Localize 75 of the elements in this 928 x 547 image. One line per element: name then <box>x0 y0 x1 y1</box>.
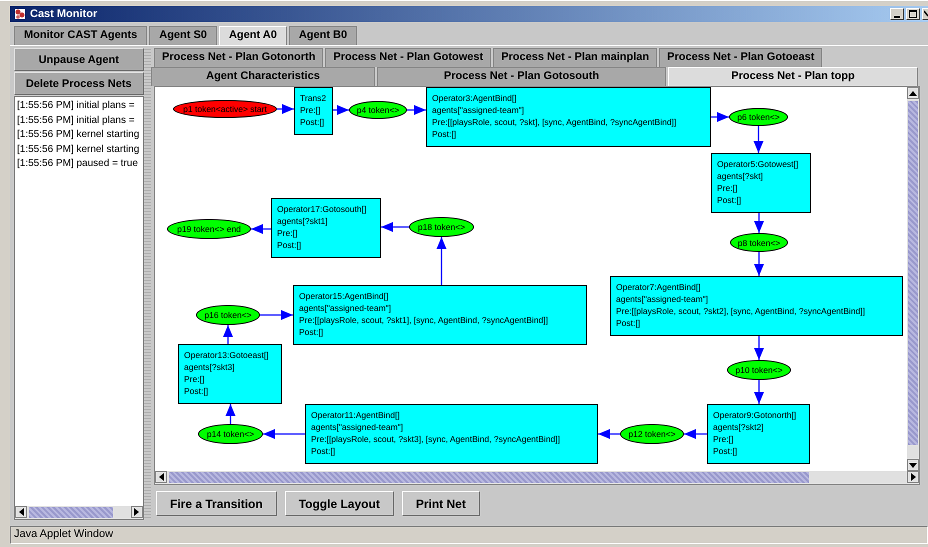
net-button[interactable]: Print Net <box>402 491 480 516</box>
arrow <box>754 213 764 233</box>
arrow <box>260 310 293 320</box>
close-icon <box>924 10 928 18</box>
agent-button[interactable]: Delete Process Nets <box>14 72 144 95</box>
arrow <box>277 104 294 114</box>
log-line: [1:55:56 PM] paused = true <box>17 157 139 171</box>
log-line: [1:55:56 PM] initial plans = <box>17 114 136 128</box>
right-arrow-icon[interactable] <box>910 473 916 481</box>
plan-tab[interactable]: Process Net - Plan topp <box>668 67 918 86</box>
transition-node: Operator13:Gotoeast[] agents[?skt3] Pre:[] Post:[] <box>178 344 282 404</box>
arrow <box>711 112 729 122</box>
plan-tab[interactable]: Process Net - Plan mainplan <box>493 48 658 67</box>
arrow <box>684 429 707 439</box>
window-title: Cast Monitor <box>30 8 98 20</box>
log-line: [1:55:56 PM] initial plans = <box>17 99 136 113</box>
agent-tab[interactable]: Agent B0 <box>288 26 358 45</box>
plan-tab[interactable]: Process Net - Plan Gotowest <box>325 48 492 67</box>
transition-node: Operator5:Gotowest[] agents[?skt] Pre:[] Post:[] <box>711 153 811 213</box>
arrow <box>754 336 764 360</box>
status-bar: Java Applet Window <box>10 526 928 544</box>
place-node: p10 token<> <box>727 360 791 380</box>
maximize-icon <box>909 10 917 18</box>
transition-node: Operator15:AgentBind[] agents["assigned-team"] Pre:[[playsRole, scout, ?skt1], [sync, AgentBind, ?syncAgentBind]] Post:[] <box>293 285 587 345</box>
arrow <box>754 380 764 404</box>
arrow <box>333 105 349 115</box>
minimize-button[interactable] <box>890 8 904 20</box>
left-arrow-icon[interactable] <box>158 473 164 481</box>
place-node: p18 token<> <box>409 217 474 237</box>
plan-tab[interactable]: Process Net - Plan Gotonorth <box>154 48 324 67</box>
transition-node: Operator9:Gotonorth[] agents[?skt2] Pre:[] Post:[] <box>707 404 810 464</box>
place-node: p12 token<> <box>620 424 684 444</box>
arrow <box>436 237 446 285</box>
horizontal-scrollbar[interactable] <box>155 471 919 484</box>
agent-tab[interactable]: Agent S0 <box>149 26 217 45</box>
arrow <box>407 105 426 115</box>
agent-tab[interactable]: Monitor CAST Agents <box>14 26 148 45</box>
agent-button[interactable]: Unpause Agent <box>14 48 144 71</box>
transition-node: Operator7:AgentBind[] agents["assigned-team"] Pre:[[playsRole, scout, ?skt2], [sync, AgentBind, ?syncAgentBind]] Post:[] <box>610 276 903 336</box>
arrow <box>754 252 764 276</box>
arrow <box>223 325 233 344</box>
transition-node: Operator17:Gotosouth[] agents[?skt1] Pre:[] Post:[] <box>271 198 381 258</box>
transition-node: Trans2 Pre:[] Post:[] <box>294 87 333 135</box>
net-button[interactable]: Toggle Layout <box>284 491 394 516</box>
place-node: p16 token<> <box>196 305 260 325</box>
maximize-button[interactable] <box>906 8 920 20</box>
arrow <box>598 429 620 439</box>
plan-tab[interactable]: Agent Characteristics <box>151 67 375 86</box>
up-arrow-icon[interactable] <box>909 90 917 96</box>
transition-node: Operator3:AgentBind[] agents["assigned-team"] Pre:[[playsRole, scout, ?skt], [sync, AgentBind, ?syncAgentBind]] Post:[] <box>426 87 711 147</box>
arrow <box>263 429 305 439</box>
left-arrow-icon[interactable] <box>18 508 24 516</box>
vertical-scrollbar[interactable] <box>907 87 919 471</box>
net-button[interactable]: Fire a Transition <box>156 491 277 516</box>
right-arrow-icon[interactable] <box>134 508 139 516</box>
place-node: p6 token<> <box>729 108 788 126</box>
plan-tab[interactable]: Process Net - Plan Gotosouth <box>377 67 666 86</box>
arrow <box>754 126 764 153</box>
arrow <box>226 404 236 424</box>
place-node: p4 token<> <box>349 101 407 119</box>
app-icon <box>14 8 26 20</box>
place-node: p8 token<> <box>730 233 788 252</box>
plan-tab[interactable]: Process Net - Plan Gotoeast <box>659 48 822 67</box>
horizontal-scrollbar[interactable] <box>15 506 142 519</box>
arrow <box>381 222 409 232</box>
place-node: p19 token<> end <box>167 219 251 239</box>
transition-node: Operator11:AgentBind[] agents["assigned-team"] Pre:[[playsRole, scout, ?skt3], [sync, AgentBind, ?syncAgentBind]] Post:[] <box>305 404 598 464</box>
close-button[interactable] <box>922 8 928 20</box>
log-line: [1:55:56 PM] kernel starting <box>17 142 140 156</box>
agent-tab[interactable]: Agent A0 <box>218 26 287 45</box>
place-node: p1 token<active> start <box>173 100 277 118</box>
arrow <box>251 224 271 234</box>
log-line: [1:55:56 PM] kernel starting <box>17 128 140 142</box>
place-node: p14 token<> <box>198 424 263 444</box>
down-arrow-icon[interactable] <box>909 462 917 468</box>
